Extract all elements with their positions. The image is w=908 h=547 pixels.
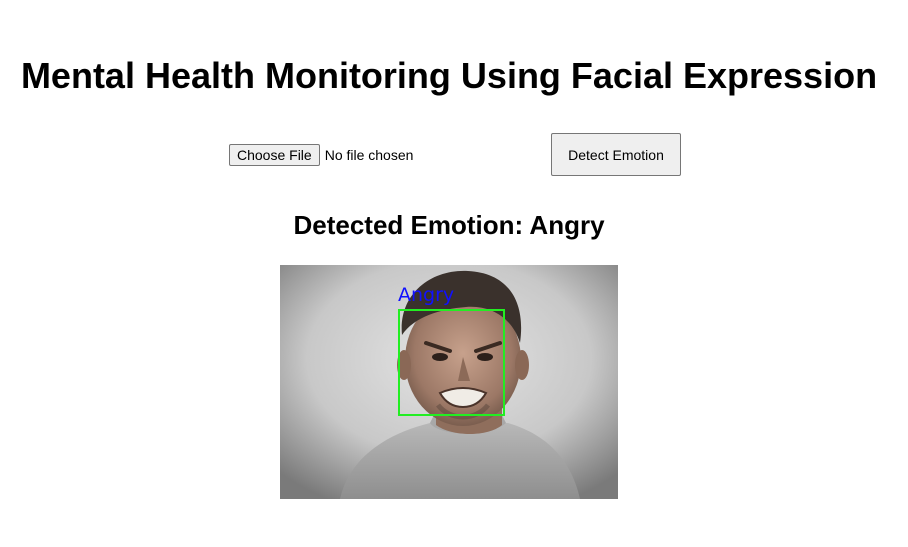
file-picker[interactable]: Choose File No file chosen: [229, 144, 413, 166]
face-detection-box: [398, 309, 505, 416]
result-photo: Angry: [280, 265, 618, 499]
photo-right-ear: [515, 350, 529, 380]
detected-emotion-heading: Detected Emotion: Angry: [293, 210, 605, 240]
detect-emotion-button[interactable]: Detect Emotion: [551, 133, 681, 176]
face-detection-label: Angry: [398, 284, 455, 306]
page: Mental Health Monitoring Using Facial Ex…: [0, 0, 908, 547]
file-status-text: No file chosen: [324, 147, 414, 163]
page-title: Mental Health Monitoring Using Facial Ex…: [20, 55, 878, 96]
choose-file-button[interactable]: Choose File: [229, 144, 320, 166]
